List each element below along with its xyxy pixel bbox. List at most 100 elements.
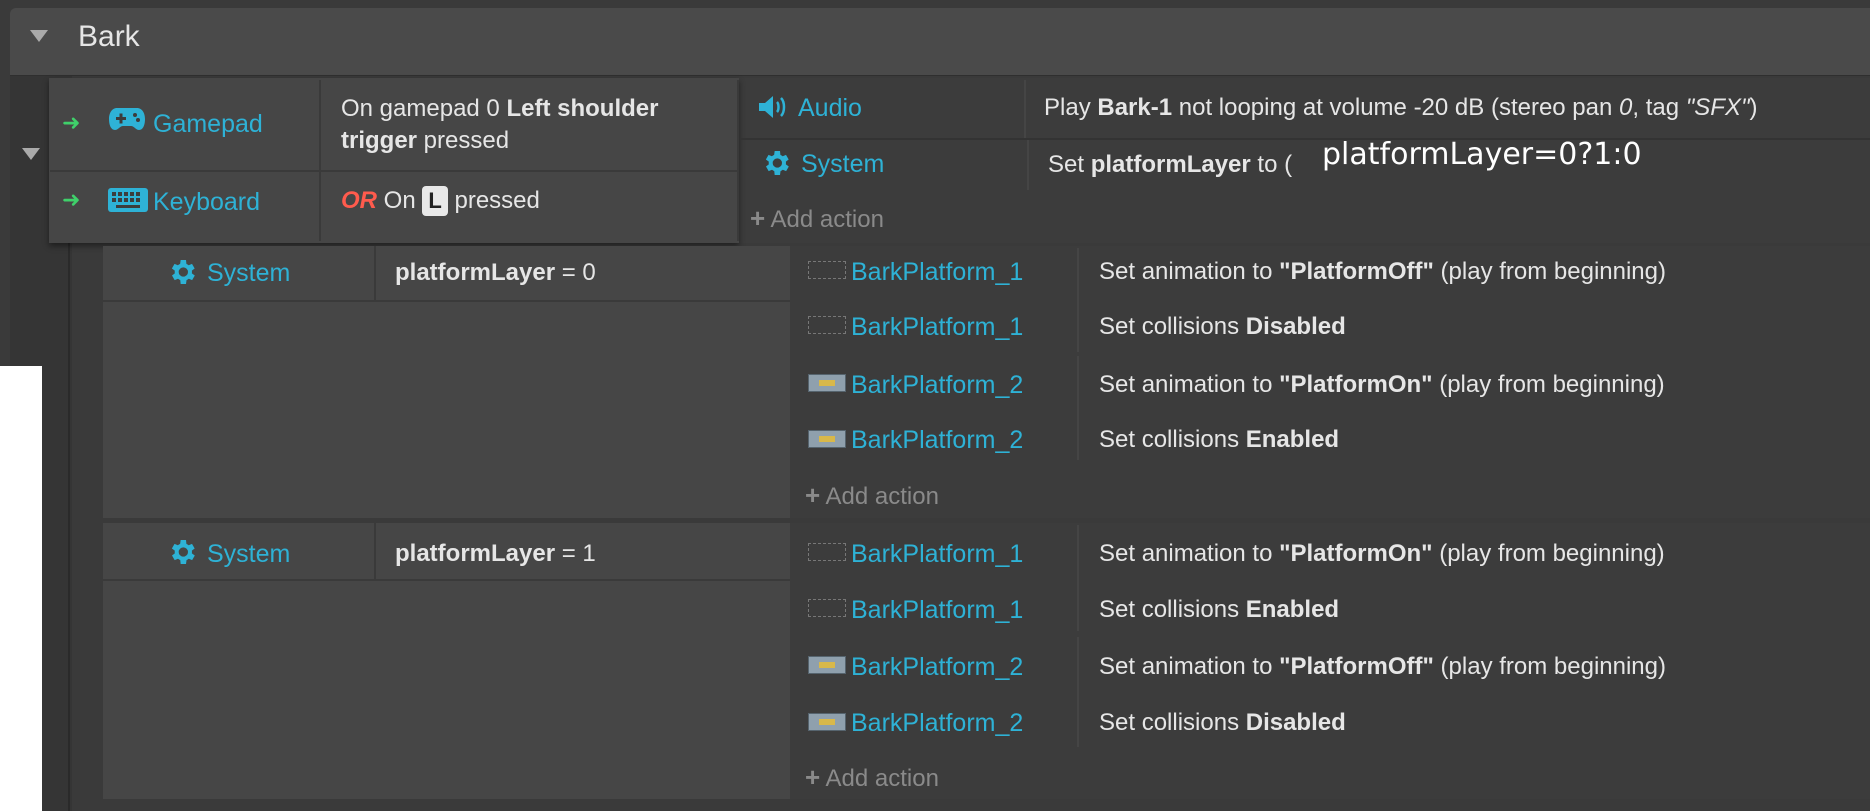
text-bold-part: platformLayer bbox=[395, 259, 556, 286]
collapse-triangle-icon[interactable] bbox=[30, 30, 48, 42]
action-text[interactable]: Set animation to "PlatformOn" (play from… bbox=[1099, 371, 1665, 399]
text-bold-part: "PlatformOff" bbox=[1279, 653, 1434, 680]
text-part: Play bbox=[1044, 94, 1098, 121]
group-title: Bark bbox=[78, 20, 140, 53]
action-text[interactable]: Set collisions Enabled bbox=[1099, 596, 1339, 624]
column-divider bbox=[1077, 637, 1079, 747]
platform-image-icon bbox=[808, 430, 846, 448]
text-part: (play from beginning) bbox=[1433, 653, 1666, 680]
key-badge: L bbox=[422, 186, 448, 216]
row-divider bbox=[103, 300, 790, 302]
column-divider bbox=[374, 523, 376, 579]
action-text[interactable]: Set collisions Disabled bbox=[1099, 709, 1346, 737]
text-part: not looping at volume -20 dB (stereo pan bbox=[1172, 94, 1620, 121]
platform-image-icon bbox=[808, 713, 846, 731]
platform-image-icon bbox=[808, 656, 846, 674]
action-text[interactable]: Set collisions Disabled bbox=[1099, 313, 1346, 341]
column-divider bbox=[1077, 248, 1079, 352]
nesting-line bbox=[68, 232, 70, 811]
action-object[interactable]: BarkPlatform_2 bbox=[851, 709, 1023, 738]
text-part: (play from beginning) bbox=[1432, 540, 1665, 567]
collapse-triangle-icon[interactable] bbox=[22, 148, 40, 160]
speaker-icon bbox=[757, 94, 789, 127]
text-bold-part: Disabled bbox=[1245, 709, 1346, 736]
text-bold-part: "PlatformOn" bbox=[1279, 371, 1433, 398]
text-bold-part: Left shoulder bbox=[506, 95, 659, 122]
text-part: Set bbox=[1048, 151, 1091, 178]
text-part: pressed bbox=[447, 187, 540, 214]
column-divider bbox=[1077, 356, 1079, 460]
gear-icon bbox=[760, 147, 792, 186]
condition-text-gamepad-line1[interactable]: On gamepad 0 Left shoulder bbox=[341, 95, 658, 123]
action-object[interactable]: BarkPlatform_1 bbox=[851, 540, 1023, 569]
action-object[interactable]: BarkPlatform_2 bbox=[851, 371, 1023, 400]
add-action-button[interactable]: + Add action bbox=[805, 480, 939, 511]
action-text-audio[interactable]: Play Bark-1 not looping at volume -20 dB… bbox=[1044, 94, 1757, 122]
column-divider bbox=[1024, 80, 1026, 140]
condition-text-compare[interactable]: platformLayer = 1 bbox=[395, 540, 596, 568]
action-text[interactable]: Set collisions Enabled bbox=[1099, 426, 1339, 454]
row-divider bbox=[740, 138, 1870, 140]
column-divider bbox=[1077, 525, 1079, 631]
condition-text-gamepad-line2[interactable]: trigger pressed bbox=[341, 127, 509, 155]
condition-text-compare[interactable]: platformLayer = 0 bbox=[395, 259, 596, 287]
text-bold-part: platformLayer bbox=[395, 540, 556, 567]
condition-object-system[interactable]: System bbox=[207, 540, 290, 569]
plus-icon: + bbox=[805, 480, 821, 510]
action-object[interactable]: BarkPlatform_1 bbox=[851, 596, 1023, 625]
platform-empty-icon bbox=[808, 599, 846, 617]
text-bold-part: "PlatformOn" bbox=[1279, 540, 1433, 567]
action-object[interactable]: BarkPlatform_1 bbox=[851, 258, 1023, 287]
text-bold-part: Disabled bbox=[1245, 313, 1346, 340]
text-part: Set collisions bbox=[1099, 596, 1246, 623]
condition-object-gamepad[interactable]: Gamepad bbox=[153, 110, 263, 139]
text-bold-part: Enabled bbox=[1245, 426, 1340, 453]
add-action-label: Add action bbox=[770, 206, 884, 233]
platform-empty-icon bbox=[808, 261, 846, 279]
gear-icon bbox=[166, 536, 198, 575]
text-part: ) bbox=[1749, 94, 1758, 121]
add-action-button[interactable]: + Add action bbox=[805, 762, 939, 793]
add-action-button[interactable]: + Add action bbox=[750, 203, 884, 234]
condition-object-keyboard[interactable]: Keyboard bbox=[153, 188, 260, 217]
text-part: Set animation to bbox=[1099, 653, 1280, 680]
text-part: = 0 bbox=[555, 259, 596, 286]
plus-icon: + bbox=[750, 203, 766, 233]
text-part: = 1 bbox=[555, 540, 596, 567]
condition-row-gamepad[interactable]: ➜ bbox=[62, 109, 80, 137]
text-italic-part: 0 bbox=[1619, 94, 1633, 121]
action-object-system[interactable]: System bbox=[801, 150, 884, 179]
row-divider bbox=[103, 579, 790, 581]
add-action-label: Add action bbox=[825, 483, 939, 510]
row-divider bbox=[50, 170, 738, 172]
action-object[interactable]: BarkPlatform_2 bbox=[851, 653, 1023, 682]
action-text[interactable]: Set animation to "PlatformOn" (play from… bbox=[1099, 540, 1665, 568]
column-divider bbox=[319, 80, 321, 241]
action-text[interactable]: Set animation to "PlatformOff" (play fro… bbox=[1099, 258, 1666, 286]
text-part: Set collisions bbox=[1099, 426, 1246, 453]
trigger-arrow-icon: ➜ bbox=[62, 187, 81, 212]
text-part: Set animation to bbox=[1099, 258, 1280, 285]
condition-row-keyboard[interactable]: ➜ bbox=[62, 186, 80, 214]
text-part: (play from beginning) bbox=[1433, 258, 1666, 285]
gamepad-icon bbox=[108, 106, 146, 139]
action-text[interactable]: Set animation to "PlatformOff" (play fro… bbox=[1099, 653, 1666, 681]
add-action-label: Add action bbox=[825, 765, 939, 792]
plus-icon: + bbox=[805, 762, 821, 792]
group-header[interactable] bbox=[10, 8, 1870, 76]
sheet-margin bbox=[0, 366, 42, 811]
action-object-audio[interactable]: Audio bbox=[798, 94, 862, 123]
or-label: OR bbox=[341, 187, 377, 214]
text-part: Set collisions bbox=[1099, 313, 1246, 340]
text-part: , tag bbox=[1632, 94, 1686, 121]
condition-text-keyboard[interactable]: OR On L pressed bbox=[341, 186, 540, 216]
action-text-system[interactable]: Set platformLayer to ( bbox=[1048, 151, 1292, 179]
action-object[interactable]: BarkPlatform_1 bbox=[851, 313, 1023, 342]
condition-object-system[interactable]: System bbox=[207, 259, 290, 288]
action-object[interactable]: BarkPlatform_2 bbox=[851, 426, 1023, 455]
text-bold-part: Enabled bbox=[1245, 596, 1340, 623]
text-part: Set collisions bbox=[1099, 709, 1246, 736]
platform-empty-icon bbox=[808, 543, 846, 561]
expression-overlay-text: platformLayer=0?1:0 bbox=[1322, 137, 1642, 172]
text-italic-part: "SFX" bbox=[1685, 94, 1750, 121]
